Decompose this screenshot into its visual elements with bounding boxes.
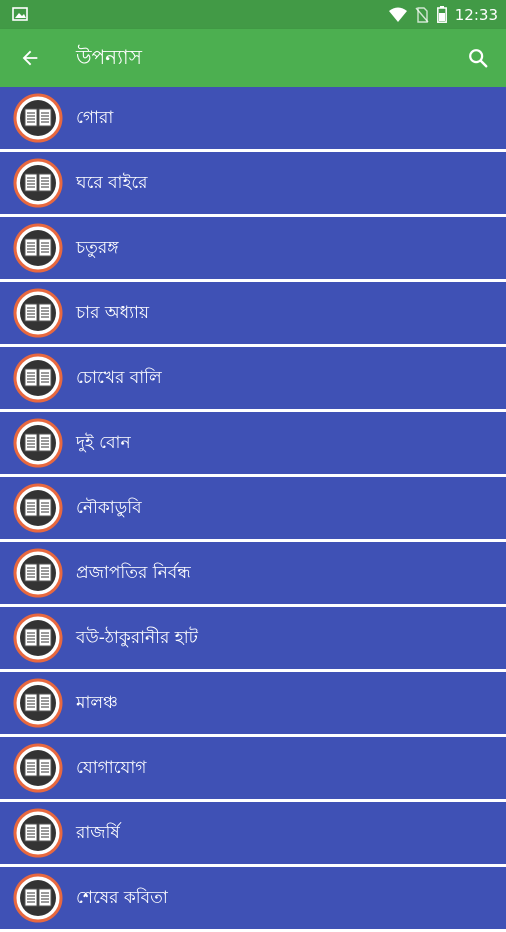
list-item-label: মালঞ্চ xyxy=(76,693,118,713)
status-bar: 12:33 xyxy=(0,0,506,29)
app-bar: উপন্যাস xyxy=(0,29,506,87)
back-button[interactable] xyxy=(16,44,44,72)
list-item[interactable]: প্রজাপতির নির্বন্ধ xyxy=(0,542,506,607)
book-icon xyxy=(13,158,63,208)
list-item-label: নৌকাডুবি xyxy=(76,498,142,518)
list-item[interactable]: গোরা xyxy=(0,87,506,152)
book-icon xyxy=(13,548,63,598)
book-icon xyxy=(13,613,63,663)
book-icon xyxy=(13,678,63,728)
battery-icon xyxy=(436,6,447,23)
list-item[interactable]: বউ-ঠাকুরানীর হাট xyxy=(0,607,506,672)
list-item-label: শেষের কবিতা xyxy=(76,888,168,908)
book-list: গোরা ঘরে বাইরে চতুরঙ্গ চার অধ্যায় চোখের… xyxy=(0,87,506,932)
list-item-label: ঘরে বাইরে xyxy=(76,173,148,193)
list-item[interactable]: যোগাযোগ xyxy=(0,737,506,802)
list-item[interactable]: মালঞ্চ xyxy=(0,672,506,737)
book-icon xyxy=(13,353,63,403)
no-sim-icon xyxy=(415,6,429,23)
search-button[interactable] xyxy=(464,44,492,72)
book-icon xyxy=(13,743,63,793)
status-time: 12:33 xyxy=(454,5,498,24)
list-item-label: চতুরঙ্গ xyxy=(76,238,119,258)
list-item-label: প্রজাপতির নির্বন্ধ xyxy=(76,563,191,583)
list-item-label: চোখের বালি xyxy=(76,368,162,388)
list-item-label: চার অধ্যায় xyxy=(76,303,149,323)
wifi-icon xyxy=(388,7,407,22)
list-item[interactable]: ঘরে বাইরে xyxy=(0,152,506,217)
list-item[interactable]: নৌকাডুবি xyxy=(0,477,506,542)
book-icon xyxy=(13,223,63,273)
list-item-label: যোগাযোগ xyxy=(76,758,147,778)
list-item[interactable]: চতুরঙ্গ xyxy=(0,217,506,282)
list-item-label: দুই বোন xyxy=(76,433,131,453)
search-icon xyxy=(469,49,488,68)
arrow-back-icon xyxy=(22,50,38,66)
list-item[interactable]: চার অধ্যায় xyxy=(0,282,506,347)
image-icon xyxy=(12,7,28,21)
book-icon xyxy=(13,93,63,143)
book-icon xyxy=(13,288,63,338)
page-title: উপন্যাস xyxy=(76,45,142,69)
list-item-label: গোরা xyxy=(76,108,114,128)
book-icon xyxy=(13,808,63,858)
list-item[interactable]: দুই বোন xyxy=(0,412,506,477)
book-icon xyxy=(13,483,63,533)
list-item-label: বউ-ঠাকুরানীর হাট xyxy=(76,628,198,648)
list-item-label: রাজর্ষি xyxy=(76,823,120,843)
list-item[interactable]: চোখের বালি xyxy=(0,347,506,412)
book-icon xyxy=(13,873,63,923)
list-item[interactable]: রাজর্ষি xyxy=(0,802,506,867)
book-icon xyxy=(13,418,63,468)
